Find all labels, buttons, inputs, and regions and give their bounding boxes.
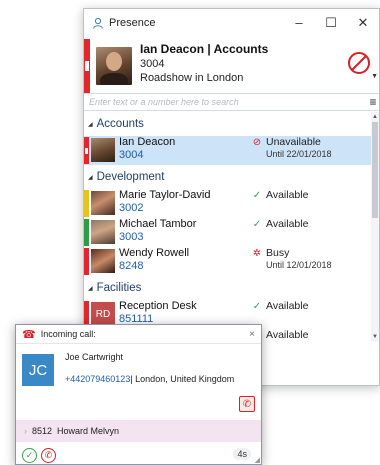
contact-status-text: Available xyxy=(266,189,309,201)
collapse-caret-icon[interactable]: ◢ xyxy=(88,174,93,181)
chevron-right-icon: › xyxy=(24,426,27,436)
contact-marie-taylor-david[interactable]: Marie Taylor-David 3002 ✓ Available xyxy=(84,189,373,218)
contact-avatar xyxy=(91,249,115,273)
unavailable-icon[interactable] xyxy=(347,51,371,75)
group-header-development[interactable]: ◢ Development xyxy=(84,165,373,189)
my-name: Ian Deacon | Accounts xyxy=(140,42,269,56)
title-bar: Presence – ☐ ✕ xyxy=(84,9,379,36)
scroll-down-icon[interactable]: ▼ xyxy=(371,333,379,341)
close-button[interactable]: × xyxy=(243,329,261,340)
contact-list-scrollbar[interactable]: ▲ ▼ xyxy=(371,112,379,342)
contact-name: Reception Desk xyxy=(119,300,197,312)
contact-status-text: Available xyxy=(266,300,309,312)
contact-status-strip xyxy=(84,137,89,164)
contact-text: Michael Tambor 3003 xyxy=(119,218,251,247)
contact-status-strip xyxy=(84,190,89,217)
contact-status-detail: Until 12/01/2018 xyxy=(266,260,332,270)
my-extension: 3004 xyxy=(140,58,165,70)
contact-name: Michael Tambor xyxy=(119,218,197,230)
decline-call-button[interactable]: ✆ xyxy=(41,447,56,463)
group-header-accounts[interactable]: ◢ Accounts xyxy=(84,112,373,136)
contact-status: ✲ Busy Until 12/01/2018 xyxy=(251,247,373,276)
unavailable-icon: ⊘ xyxy=(252,137,262,148)
call-actions: ✓ ✆ 4s ◢ xyxy=(16,445,261,464)
contact-status-strip xyxy=(84,219,89,246)
transfer-row[interactable]: › 8512 Howard Melvyn xyxy=(16,420,261,442)
contact-text: Wendy Rowell 8248 xyxy=(119,247,251,276)
phone-hangup-icon: ☎ xyxy=(22,328,36,341)
caller-meta: +442079460123| London, United Kingdom xyxy=(65,374,234,384)
my-avatar[interactable] xyxy=(96,47,132,85)
group-name: Facilities xyxy=(96,282,142,294)
contact-status-text: Busy xyxy=(266,247,290,259)
incoming-call-window: ☎ Incoming call: × JC Joe Cartwright +44… xyxy=(15,324,262,465)
contact-number[interactable]: 3004 xyxy=(119,149,251,162)
search-row: ≡ xyxy=(84,93,379,111)
caller-name: Joe Cartwright xyxy=(65,352,124,362)
group-name: Development xyxy=(96,171,165,183)
my-status-strip xyxy=(84,39,90,93)
my-profile-text: Ian Deacon | Accounts 3004 Roadshow in L… xyxy=(140,39,379,93)
contact-name: Wendy Rowell xyxy=(119,247,190,259)
contact-number[interactable]: 3003 xyxy=(119,231,251,244)
close-button[interactable]: ✕ xyxy=(347,9,379,36)
answer-call-button[interactable]: ✓ xyxy=(22,447,37,463)
maximize-button[interactable]: ☐ xyxy=(315,9,347,36)
contact-avatar xyxy=(91,191,115,215)
group-header-facilities[interactable]: ◢ Facilities xyxy=(84,276,373,300)
status-dropdown-icon[interactable]: ▼ xyxy=(371,73,378,80)
contact-status-strip xyxy=(84,248,89,275)
contact-wendy-rowell[interactable]: Wendy Rowell 8248 ✲ Busy Until 12/01/201… xyxy=(84,247,373,276)
contact-status-text: Available xyxy=(266,218,309,230)
transfer-name: Howard Melvyn xyxy=(57,426,120,436)
scroll-thumb[interactable] xyxy=(372,122,378,218)
contact-avatar xyxy=(91,220,115,244)
contact-initials-avatar: RD xyxy=(91,302,115,326)
contact-status: ✓ Available xyxy=(251,189,373,218)
contact-number[interactable]: 8248 xyxy=(119,260,251,273)
contact-list: ◢ Accounts Ian Deacon 3004 ⊘ Unavailable… xyxy=(84,112,373,342)
contact-text: Marie Taylor-David 3002 xyxy=(119,189,251,218)
caller-number[interactable]: +442079460123 xyxy=(65,374,130,384)
scroll-up-icon[interactable]: ▲ xyxy=(371,113,379,121)
contact-status: ✓ Available xyxy=(251,218,373,247)
contact-status-text: Unavailable xyxy=(266,136,321,148)
contact-status: Available xyxy=(251,329,373,342)
person-icon xyxy=(93,17,103,29)
contact-status-detail: Until 22/01/2018 xyxy=(266,149,332,159)
contact-number[interactable]: 3002 xyxy=(119,202,251,215)
my-status-note[interactable]: Roadshow in London xyxy=(140,71,379,85)
search-input[interactable] xyxy=(84,94,365,110)
menu-icon[interactable]: ≡ xyxy=(365,95,379,109)
contact-ian-deacon[interactable]: Ian Deacon 3004 ⊘ Unavailable Until 22/0… xyxy=(84,136,373,165)
call-timer: 4s xyxy=(233,448,251,460)
contact-avatar xyxy=(91,138,115,162)
contact-name: Marie Taylor-David xyxy=(119,189,211,201)
contact-status: ⊘ Unavailable Until 22/01/2018 xyxy=(251,136,373,165)
contact-name: Ian Deacon xyxy=(119,136,176,148)
minimize-button[interactable]: – xyxy=(283,9,315,36)
resize-grip-icon[interactable]: ◢ xyxy=(255,456,260,464)
window-title: Presence xyxy=(109,16,156,29)
contact-text: Ian Deacon 3004 xyxy=(119,136,251,165)
incoming-call-title: Incoming call: xyxy=(40,329,96,339)
available-check-icon: ✓ xyxy=(252,190,262,201)
available-check-icon: ✓ xyxy=(252,219,262,230)
collapse-caret-icon[interactable]: ◢ xyxy=(88,285,93,292)
collapse-caret-icon[interactable]: ◢ xyxy=(88,121,93,128)
contact-michael-tambor[interactable]: Michael Tambor 3003 ✓ Available xyxy=(84,218,373,247)
caller-avatar: JC xyxy=(22,354,54,386)
group-name: Accounts xyxy=(96,118,144,130)
transfer-extension: 8512 xyxy=(32,426,53,436)
incoming-call-title-bar: ☎ Incoming call: × xyxy=(16,325,261,343)
my-profile: Ian Deacon | Accounts 3004 Roadshow in L… xyxy=(84,39,379,93)
block-caller-button[interactable]: ✆ xyxy=(239,396,255,412)
busy-icon: ✲ xyxy=(252,248,262,259)
contact-status-text: Available xyxy=(266,329,309,341)
caller-block: JC Joe Cartwright +442079460123| London,… xyxy=(16,343,261,412)
caller-location: | London, United Kingdom xyxy=(130,374,235,384)
contact-status: ✓ Available xyxy=(251,300,373,329)
